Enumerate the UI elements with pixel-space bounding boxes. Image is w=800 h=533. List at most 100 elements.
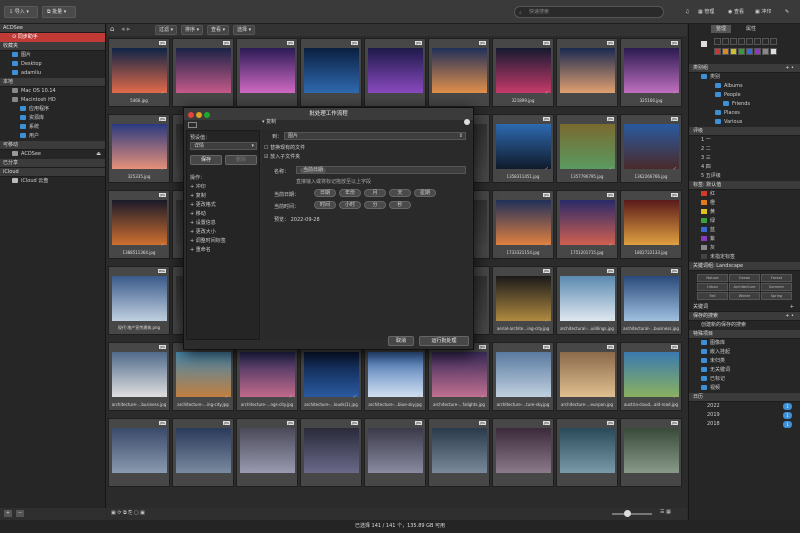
check-icon[interactable]: ✓ — [673, 90, 677, 96]
thumbnail-image[interactable] — [240, 48, 295, 93]
thumbnail-image[interactable] — [496, 200, 551, 245]
thumbnail-image[interactable] — [112, 428, 167, 473]
label-item[interactable]: 绿 — [689, 217, 800, 226]
select-button[interactable]: 选择 ▾ — [233, 25, 256, 35]
rating-item[interactable]: 3 三 — [689, 154, 800, 163]
thumbnail-cell[interactable]: JPG ✓ 1357796795.jpg — [556, 114, 618, 183]
thumbnail-image[interactable] — [560, 48, 615, 93]
thumbnail-image[interactable] — [240, 428, 295, 473]
thumbnail-cell[interactable]: JPG ✓ 1358311451.jpg — [492, 114, 554, 183]
name-token[interactable]: 当前日期 — [300, 168, 327, 173]
thumbnail-cell[interactable]: JPG — [428, 38, 490, 107]
category-item[interactable]: 类别 — [689, 73, 800, 82]
date-token[interactable]: 星期 — [414, 189, 436, 197]
color-swatch[interactable] — [714, 38, 721, 45]
mode-view[interactable]: ◉ 查看 — [728, 6, 744, 18]
sidebar-item-system[interactable]: 系统 — [0, 123, 105, 132]
keyword-button[interactable]: Winter — [729, 292, 760, 300]
time-token[interactable]: 时间 — [314, 201, 336, 209]
categories-header[interactable]: 类别组 + • — [689, 64, 800, 73]
check-icon[interactable]: ✓ — [545, 318, 549, 324]
zoom-slider[interactable] — [612, 510, 652, 517]
maximize-icon[interactable] — [204, 112, 210, 118]
thumbnail-image[interactable] — [176, 428, 231, 473]
special-item[interactable]: 图像库 — [689, 339, 800, 348]
color-swatch[interactable] — [738, 48, 745, 55]
thumbnail-image[interactable] — [304, 48, 359, 93]
keyword-row[interactable]: 关键词 + — [689, 303, 800, 312]
check-icon[interactable]: ✓ — [161, 242, 165, 248]
search-input[interactable]: ⌕ 快速搜索 — [514, 6, 664, 18]
date-token[interactable]: 月 — [364, 189, 386, 197]
thumbnail-cell[interactable]: JPG ✓ 1733321154.jpg — [492, 190, 554, 259]
thumbnail-image[interactable] — [560, 124, 615, 169]
tab-organize[interactable]: 整理 — [711, 25, 732, 33]
thumbnail-cell[interactable]: JPG ✓ architecture-…business.jpg — [108, 342, 170, 411]
operation-item[interactable]: + 重命名 — [190, 246, 258, 255]
operation-item[interactable]: + 冲印 — [190, 183, 258, 192]
checkbox[interactable] — [701, 41, 707, 47]
check-icon[interactable]: ✓ — [481, 394, 485, 400]
thumbnail-image[interactable] — [624, 200, 679, 245]
thumbnail-cell[interactable]: JPG — [492, 418, 554, 487]
category-item[interactable]: Friends — [689, 100, 800, 109]
thumbnail-cell[interactable]: JPG — [556, 418, 618, 487]
sidebar-item-applications[interactable]: 应用程序 — [0, 105, 105, 114]
tab-properties[interactable]: 属性 — [741, 25, 761, 33]
operation-item[interactable]: + 调整时间标签 — [190, 237, 258, 246]
rating-item[interactable]: 1 一 — [689, 136, 800, 145]
check-icon[interactable]: ✓ — [673, 242, 677, 248]
check-icon[interactable]: ✓ — [609, 394, 613, 400]
thumbnail-cell[interactable]: JPG ✓ architectural-…business.jpg — [620, 266, 682, 335]
edit-mode-icon[interactable]: ✎ — [785, 6, 789, 18]
thumbnail-cell[interactable]: JPG ✓ 1751201715.jpg — [556, 190, 618, 259]
check-icon[interactable]: ✓ — [673, 318, 677, 324]
thumbnail-cell[interactable]: JPG ✓ architecture-…eunpan.jpg — [556, 342, 618, 411]
sidebar-item-home[interactable]: adamliu — [0, 69, 105, 78]
check-icon[interactable]: ✓ — [417, 394, 421, 400]
operation-item[interactable]: + 移动 — [190, 210, 258, 219]
thumbnail-cell[interactable]: JPG ✓ 325166.jpg — [620, 38, 682, 107]
thumbnail-image[interactable] — [432, 48, 487, 93]
thumbnail-cell[interactable]: JPG✓architecture-…ngs-city.jpg — [236, 342, 298, 411]
thumbnail-image[interactable] — [560, 200, 615, 245]
destination-select[interactable]: 图片 ⇕ — [284, 132, 466, 140]
special-item[interactable]: 无关键词 — [689, 366, 800, 375]
thumbnail-image[interactable] — [368, 48, 423, 93]
category-item[interactable]: Various — [689, 118, 800, 127]
color-swatch[interactable] — [770, 38, 777, 45]
thumbnail-cell[interactable]: JPG — [300, 418, 362, 487]
mode-manage[interactable]: ▦ 管理 — [698, 6, 714, 18]
thumbnail-image[interactable] — [368, 428, 423, 473]
special-item[interactable]: 已标记 — [689, 375, 800, 384]
time-token[interactable]: 小时 — [339, 201, 361, 209]
thumbnail-cell[interactable]: JPG ✓ 321899.jpg — [492, 38, 554, 107]
thumbnail-cell[interactable]: JPG ✓ aerial-archite…ing-city.jpg — [492, 266, 554, 335]
headset-icon[interactable]: ♫ — [685, 6, 689, 18]
check-icon[interactable]: ✓ — [353, 394, 357, 400]
color-swatch[interactable] — [730, 48, 737, 55]
thumbnail-image[interactable] — [496, 276, 551, 321]
label-item[interactable]: 未指定标签 — [689, 253, 800, 262]
keyword-button[interactable]: Urban — [697, 283, 728, 291]
batch-button[interactable]: ⧉ 批量 ▾ — [42, 6, 76, 18]
section-local[interactable]: 本地 — [0, 78, 105, 87]
back-icon[interactable]: ◂ ▸ — [121, 25, 130, 33]
section-removable[interactable]: 可移动 — [0, 141, 105, 150]
check-icon[interactable]: ✓ — [609, 318, 613, 324]
thumbnail-cell[interactable]: JPG ✓ 1388511364.jpg — [108, 190, 170, 259]
thumbnail-image[interactable] — [112, 352, 167, 397]
thumbnail-image[interactable] — [432, 428, 487, 473]
thumbnail-image[interactable] — [560, 428, 615, 473]
thumbnail-image[interactable] — [496, 352, 551, 397]
check-icon[interactable]: ✓ — [289, 394, 293, 400]
mode-develop[interactable]: ▣ 冲印 — [755, 6, 771, 18]
sidebar-item-macintosh-hd[interactable]: Macintosh HD — [0, 96, 105, 105]
info-icon[interactable] — [464, 119, 470, 125]
section-favorites[interactable]: 收藏夹 — [0, 42, 105, 51]
special-item[interactable]: 视频 — [689, 384, 800, 393]
check-icon[interactable]: ✓ — [545, 166, 549, 172]
label-item[interactable]: 灰 — [689, 244, 800, 253]
thumbnail-cell[interactable]: JPG ✓ architectural-…uildings.jpg — [556, 266, 618, 335]
color-swatch[interactable] — [738, 38, 745, 45]
